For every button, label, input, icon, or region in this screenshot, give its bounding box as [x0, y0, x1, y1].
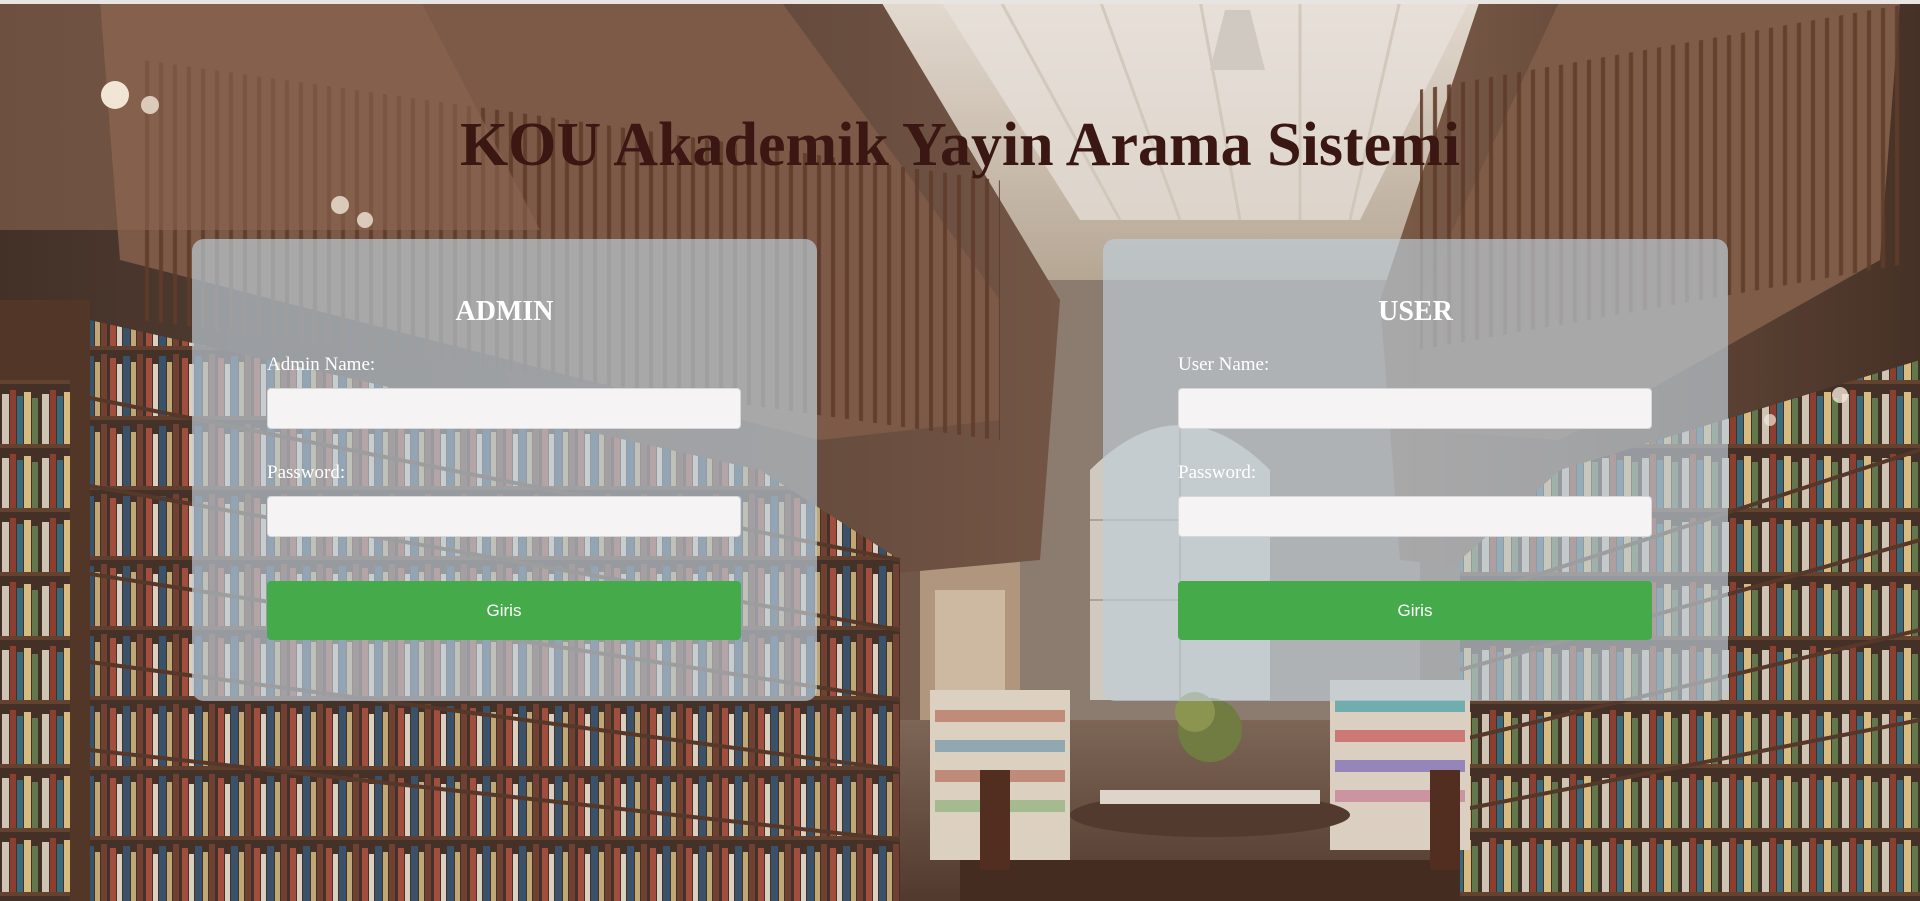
user-heading: USER: [1378, 296, 1453, 327]
admin-login-panel: ADMIN Admin Name: Password: Giris: [192, 239, 817, 701]
admin-password-label: Password:: [267, 462, 346, 483]
user-name-input[interactable]: [1178, 388, 1652, 429]
user-password-input[interactable]: [1178, 496, 1652, 537]
admin-heading: ADMIN: [455, 296, 554, 327]
admin-name-input[interactable]: [267, 388, 741, 429]
user-name-label: User Name:: [1178, 354, 1270, 375]
user-login-panel: USER User Name: Password: Giris: [1103, 239, 1728, 701]
user-login-button[interactable]: Giris: [1178, 581, 1652, 640]
page-title: KOU Akademik Yayin Arama Sistemi: [459, 111, 1461, 179]
admin-login-button[interactable]: Giris: [267, 581, 741, 640]
admin-name-label: Admin Name:: [267, 354, 376, 375]
admin-password-input[interactable]: [267, 496, 741, 537]
user-password-label: Password:: [1178, 462, 1257, 483]
browser-top-edge: [0, 0, 1920, 4]
